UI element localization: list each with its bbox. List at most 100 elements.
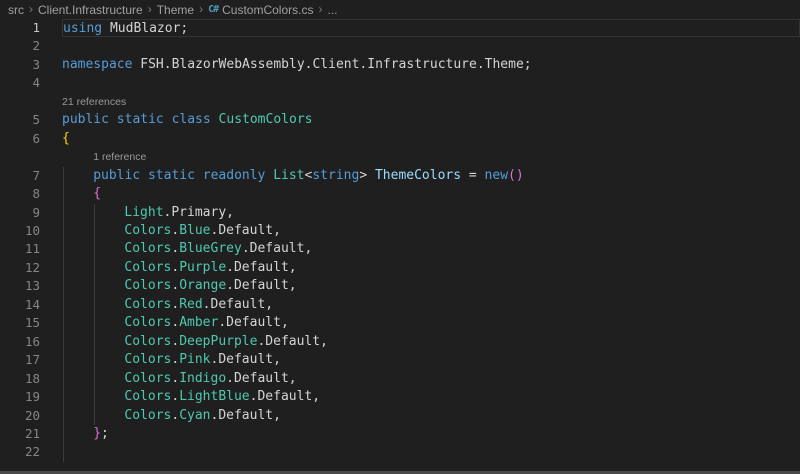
code-line[interactable]: 7public static readonly List<string> The… xyxy=(0,167,800,185)
indent-guide xyxy=(63,167,64,185)
code-content[interactable]: Colors.Purple.Default, xyxy=(62,259,800,277)
line-number[interactable]: 21 xyxy=(0,425,62,443)
code-editor[interactable]: 1using MudBlazor;23namespace FSH.BlazorW… xyxy=(0,19,800,462)
code-content[interactable]: Colors.DeepPurple.Default, xyxy=(62,333,800,351)
code-token: , xyxy=(273,408,281,423)
breadcrumb-separator-icon: › xyxy=(29,2,33,16)
code-line[interactable]: 16Colors.DeepPurple.Default, xyxy=(0,333,800,351)
code-content[interactable] xyxy=(62,74,800,92)
breadcrumb-item-theme[interactable]: Theme xyxy=(157,3,194,17)
code-token: Colors xyxy=(124,241,171,256)
code-content[interactable]: { xyxy=(62,185,800,203)
indent-guide xyxy=(63,296,64,314)
code-line[interactable]: 11Colors.BlueGrey.Default, xyxy=(0,240,800,258)
line-number[interactable]: 14 xyxy=(0,296,62,314)
code-line[interactable]: 5public static class CustomColors xyxy=(0,111,800,129)
code-content[interactable]: { xyxy=(62,130,800,148)
code-content[interactable]: Colors.Indigo.Default, xyxy=(62,370,800,388)
indent-guide xyxy=(94,314,95,332)
code-content[interactable]: Light.Primary, xyxy=(62,204,800,222)
breadcrumb-label: ... xyxy=(327,3,337,17)
code-content[interactable]: Colors.Pink.Default, xyxy=(62,351,800,369)
code-token: Colors xyxy=(124,389,171,404)
line-number[interactable]: 2 xyxy=(0,37,62,55)
indent-guide xyxy=(63,333,64,351)
code-content[interactable]: }; xyxy=(62,425,800,443)
code-line[interactable]: 15Colors.Amber.Default, xyxy=(0,314,800,332)
line-number[interactable]: 9 xyxy=(0,204,62,222)
code-token: . xyxy=(171,278,179,293)
breadcrumb-item--[interactable]: ... xyxy=(327,3,337,17)
code-line[interactable]: 19Colors.LightBlue.Default, xyxy=(0,388,800,406)
code-token: , xyxy=(273,352,281,367)
code-content[interactable] xyxy=(62,443,800,461)
code-token: Default xyxy=(226,315,281,330)
line-number[interactable]: 13 xyxy=(0,277,62,295)
line-number[interactable]: 12 xyxy=(0,259,62,277)
code-line[interactable]: 3namespace FSH.BlazorWebAssembly.Client.… xyxy=(0,56,800,74)
code-content[interactable]: Colors.Blue.Default, xyxy=(62,222,800,240)
code-content[interactable] xyxy=(62,37,800,55)
code-content[interactable]: Colors.Cyan.Default, xyxy=(62,407,800,425)
line-number[interactable]: 17 xyxy=(0,351,62,369)
codelens-content[interactable]: 1 reference xyxy=(62,148,800,166)
line-number[interactable]: 5 xyxy=(0,111,62,129)
code-token: . xyxy=(171,408,179,423)
line-number[interactable]: 7 xyxy=(0,167,62,185)
line-number[interactable]: 19 xyxy=(0,388,62,406)
code-line[interactable]: 6{ xyxy=(0,130,800,148)
code-line[interactable]: 21}; xyxy=(0,425,800,443)
code-line[interactable]: 8{ xyxy=(0,185,800,203)
code-token: Default xyxy=(234,371,289,386)
line-number xyxy=(0,148,62,166)
line-number[interactable]: 11 xyxy=(0,240,62,258)
code-line[interactable]: 9Light.Primary, xyxy=(0,204,800,222)
line-number[interactable]: 1 xyxy=(0,19,62,37)
code-line[interactable]: 1using MudBlazor; xyxy=(0,19,800,37)
line-number[interactable]: 6 xyxy=(0,130,62,148)
code-line[interactable]: 20Colors.Cyan.Default, xyxy=(0,407,800,425)
code-content[interactable]: Colors.Amber.Default, xyxy=(62,314,800,332)
code-content[interactable]: Colors.BlueGrey.Default, xyxy=(62,240,800,258)
line-number[interactable]: 10 xyxy=(0,222,62,240)
line-number[interactable]: 15 xyxy=(0,314,62,332)
code-token: Amber xyxy=(179,315,218,330)
line-number[interactable]: 16 xyxy=(0,333,62,351)
code-content[interactable]: using MudBlazor; xyxy=(62,19,800,37)
code-line[interactable]: 10Colors.Blue.Default, xyxy=(0,222,800,240)
line-number[interactable]: 22 xyxy=(0,443,62,461)
breadcrumb-item-customcolors-cs[interactable]: C#CustomColors.cs xyxy=(208,3,313,17)
code-line[interactable]: 14Colors.Red.Default, xyxy=(0,296,800,314)
code-content[interactable]: namespace FSH.BlazorWebAssembly.Client.I… xyxy=(62,56,800,74)
editor-bottom-sash[interactable] xyxy=(0,462,800,474)
line-number[interactable]: 18 xyxy=(0,370,62,388)
code-token: . xyxy=(171,297,179,312)
code-content[interactable]: Colors.Orange.Default, xyxy=(62,277,800,295)
code-token: Default xyxy=(257,389,312,404)
breadcrumb-label: Theme xyxy=(157,3,194,17)
code-line[interactable]: 13Colors.Orange.Default, xyxy=(0,277,800,295)
code-content[interactable]: Colors.Red.Default, xyxy=(62,296,800,314)
code-line[interactable]: 4 xyxy=(0,74,800,92)
codelens-references-link[interactable]: 21 references xyxy=(62,96,126,108)
code-line[interactable]: 12Colors.Purple.Default, xyxy=(0,259,800,277)
code-content[interactable]: Colors.LightBlue.Default, xyxy=(62,388,800,406)
code-content[interactable]: public static readonly List<string> Them… xyxy=(62,167,800,185)
breadcrumb-item-client-infrastructure[interactable]: Client.Infrastructure xyxy=(38,3,143,17)
code-content[interactable]: public static class CustomColors xyxy=(62,111,800,129)
code-line[interactable]: 22 xyxy=(0,443,800,461)
codelens-references-link[interactable]: 1 reference xyxy=(93,151,146,163)
codelens-row[interactable]: 21 references xyxy=(0,93,800,111)
codelens-row[interactable]: 1 reference xyxy=(0,148,800,166)
indent-guide xyxy=(63,240,64,258)
breadcrumb-item-src[interactable]: src xyxy=(8,3,24,17)
code-token: CustomColors xyxy=(219,112,313,127)
codelens-content[interactable]: 21 references xyxy=(62,93,800,111)
line-number[interactable]: 3 xyxy=(0,56,62,74)
code-line[interactable]: 18Colors.Indigo.Default, xyxy=(0,370,800,388)
code-line[interactable]: 17Colors.Pink.Default, xyxy=(0,351,800,369)
line-number[interactable]: 20 xyxy=(0,407,62,425)
code-line[interactable]: 2 xyxy=(0,37,800,55)
line-number[interactable]: 8 xyxy=(0,185,62,203)
line-number[interactable]: 4 xyxy=(0,74,62,92)
